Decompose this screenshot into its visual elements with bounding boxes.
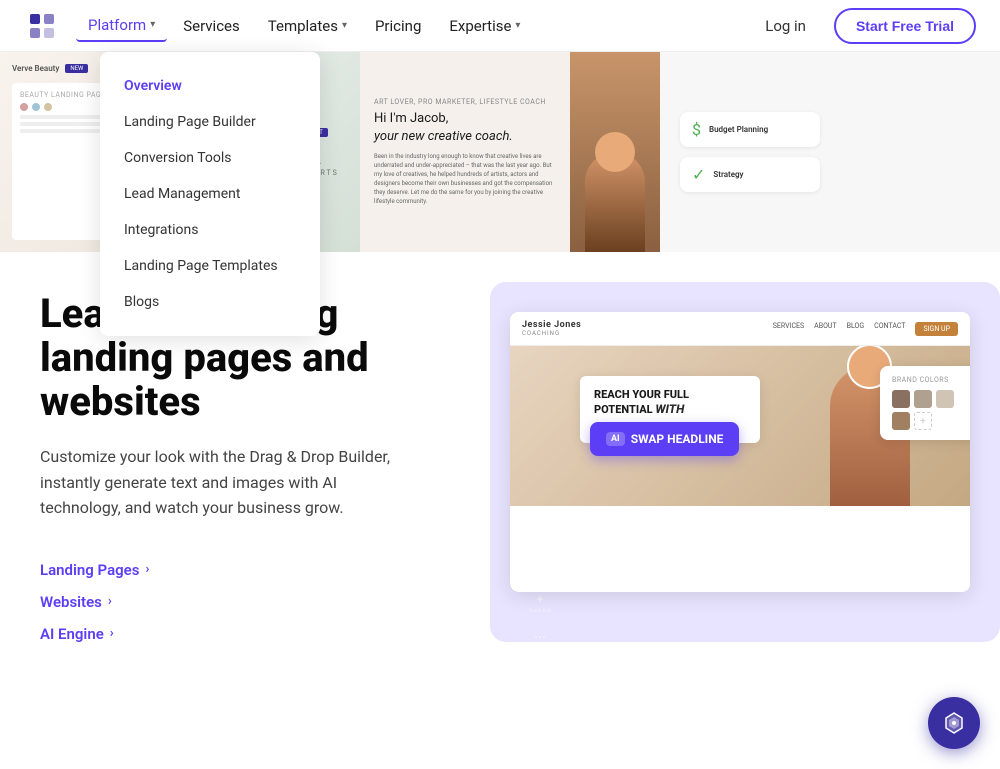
chevron-down-icon: ▾ bbox=[342, 20, 347, 31]
swatch-1[interactable] bbox=[892, 390, 910, 408]
dropdown-item-lead-management[interactable]: Lead Management bbox=[100, 176, 320, 212]
hero-card-budget: $ Budget Planning ✓ Strategy bbox=[660, 52, 1000, 252]
swatch-add[interactable]: + bbox=[914, 412, 932, 430]
cta-websites[interactable]: Websites › bbox=[40, 593, 460, 611]
builder-preview: T Text 🖼 Image ▦ Layout ⬜ Button ☰ Fo bbox=[510, 312, 970, 592]
dropdown-item-conversion-tools[interactable]: Conversion Tools bbox=[100, 140, 320, 176]
navbar: Platform ▾ Services Templates ▾ Pricing … bbox=[0, 0, 1000, 52]
arrow-right-icon: › bbox=[145, 562, 149, 577]
site-nav-services: SERVICES bbox=[773, 322, 804, 336]
coach-label: ART LOVER, PRO MARKETER, LIFESTYLE COACH bbox=[374, 98, 556, 106]
budget-planning-label: Budget Planning bbox=[709, 125, 768, 134]
nav-item-pricing[interactable]: Pricing bbox=[363, 11, 433, 41]
headline-line1: REACH YOUR FULL bbox=[594, 388, 746, 402]
site-preview: Jessie Jones COACHING SERVICES ABOUT BLO… bbox=[510, 312, 970, 592]
site-name: Jessie Jones COACHING bbox=[522, 320, 581, 337]
swatch-4[interactable] bbox=[892, 412, 910, 430]
check-icon: ✓ bbox=[692, 165, 705, 184]
headline-line2: POTENTIAL with bbox=[594, 402, 746, 418]
site-nav-bar: Jessie Jones COACHING SERVICES ABOUT BLO… bbox=[510, 312, 970, 346]
hero-subtext: Customize your look with the Drag & Drop… bbox=[40, 444, 420, 521]
site-nav-about: ABOUT bbox=[814, 322, 836, 336]
cta-landing-pages[interactable]: Landing Pages › bbox=[40, 561, 460, 579]
color-swatches: + bbox=[892, 390, 968, 430]
cta-ai-engine[interactable]: AI Engine › bbox=[40, 625, 460, 643]
quickadd-icon: + bbox=[537, 592, 544, 606]
dropdown-item-integrations[interactable]: Integrations bbox=[100, 212, 320, 248]
site-nav-cta: SIGN UP bbox=[915, 322, 958, 336]
dollar-icon: $ bbox=[692, 120, 701, 139]
beauty-label: Verve Beauty bbox=[12, 64, 59, 73]
dropdown-item-overview[interactable]: Overview bbox=[100, 68, 320, 104]
site-nav-items: SERVICES ABOUT BLOG CONTACT SIGN UP bbox=[773, 322, 958, 336]
logo[interactable] bbox=[24, 8, 60, 44]
budget-item-planning: $ Budget Planning bbox=[680, 112, 820, 147]
chevron-down-icon: ▾ bbox=[515, 20, 520, 31]
beauty-tag: NEW bbox=[65, 64, 88, 73]
nav-left: Platform ▾ Services Templates ▾ Pricing … bbox=[24, 8, 532, 44]
platform-dropdown: Overview Landing Page Builder Conversion… bbox=[100, 52, 320, 336]
nav-right: Log in Start Free Trial bbox=[753, 8, 976, 44]
swatch-2[interactable] bbox=[914, 390, 932, 408]
site-hero: REACH YOUR FULL POTENTIAL with CAREER CO… bbox=[510, 346, 970, 506]
arrow-right-icon: › bbox=[110, 626, 114, 641]
coach-text: ART LOVER, PRO MARKETER, LIFESTYLE COACH… bbox=[360, 52, 570, 252]
budget-item-strategy: ✓ Strategy bbox=[680, 157, 820, 192]
ai-chip: AI bbox=[606, 432, 625, 446]
start-trial-button[interactable]: Start Free Trial bbox=[834, 8, 976, 44]
nav-item-templates[interactable]: Templates ▾ bbox=[256, 11, 359, 41]
left-content: Lead-generating landing pages and websit… bbox=[40, 292, 460, 643]
coach-body: Been in the industry long enough to know… bbox=[374, 152, 556, 206]
arrow-right-icon: › bbox=[108, 594, 112, 609]
fab-button[interactable] bbox=[928, 697, 980, 749]
coach-photo bbox=[570, 52, 660, 252]
brand-colors-panel: BRAND COLORS + bbox=[880, 366, 970, 440]
sidebar-tool-more[interactable]: ⋯ More bbox=[518, 624, 562, 658]
fab-icon bbox=[942, 711, 966, 735]
nav-item-expertise[interactable]: Expertise ▾ bbox=[437, 11, 532, 41]
dropdown-item-landing-page-builder[interactable]: Landing Page Builder bbox=[100, 104, 320, 140]
dropdown-item-blogs[interactable]: Blogs bbox=[100, 284, 320, 320]
more-icon: ⋯ bbox=[534, 630, 546, 644]
brand-colors-title: BRAND COLORS bbox=[892, 376, 968, 384]
nav-links: Platform ▾ Services Templates ▾ Pricing … bbox=[76, 10, 532, 42]
coach-title: Hi I'm Jacob,your new creative coach. bbox=[374, 110, 556, 146]
budget-strategy-label: Strategy bbox=[713, 170, 743, 179]
chevron-down-icon: ▾ bbox=[150, 19, 155, 30]
nav-item-platform[interactable]: Platform ▾ bbox=[76, 10, 167, 42]
swap-headline-label: SWAP HEADLINE bbox=[631, 432, 724, 446]
dropdown-item-landing-page-templates[interactable]: Landing Page Templates bbox=[100, 248, 320, 284]
site-nav-contact: CONTACT bbox=[874, 322, 905, 336]
nav-item-services[interactable]: Services bbox=[171, 11, 252, 41]
cta-links: Landing Pages › Websites › AI Engine › bbox=[40, 561, 460, 643]
swatch-3[interactable] bbox=[936, 390, 954, 408]
right-content: T Text 🖼 Image ▦ Layout ⬜ Button ☰ Fo bbox=[500, 282, 960, 602]
swap-headline-badge[interactable]: AI SWAP HEADLINE bbox=[590, 422, 739, 456]
site-nav-blog: BLOG bbox=[847, 322, 865, 336]
login-button[interactable]: Log in bbox=[753, 11, 818, 41]
hero-card-coach: ART LOVER, PRO MARKETER, LIFESTYLE COACH… bbox=[360, 52, 660, 252]
